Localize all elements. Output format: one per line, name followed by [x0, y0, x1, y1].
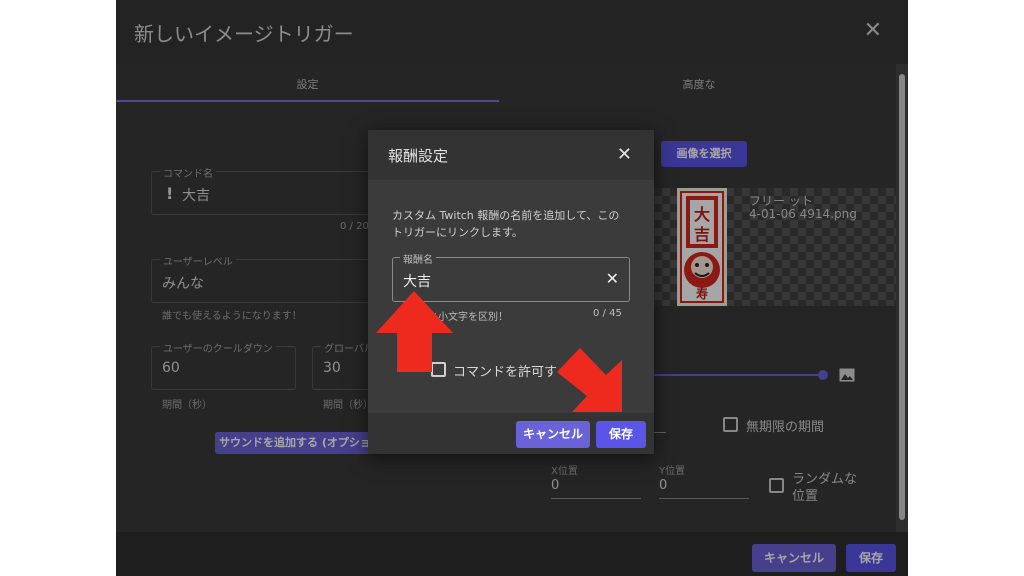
reward-name-value: 大吉	[403, 274, 431, 290]
reward-modal-footer: キャンセル 保存	[368, 413, 654, 454]
clear-icon[interactable]: ✕	[606, 269, 619, 288]
reward-cancel-button[interactable]: キャンセル	[516, 421, 590, 448]
allow-command-checkbox[interactable]	[431, 362, 446, 377]
reward-name-label: 報酬名	[400, 251, 436, 266]
reward-modal-description-line1: カスタム Twitch 報酬の名前を追加して、この	[392, 209, 620, 222]
reward-settings-modal: 報酬設定 ✕ カスタム Twitch 報酬の名前を追加して、この トリガーにリン…	[368, 130, 654, 454]
reward-save-button[interactable]: 保存	[596, 421, 646, 448]
reward-name-field[interactable]: 報酬名 大吉 ✕	[392, 251, 630, 302]
close-icon[interactable]: ✕	[617, 144, 632, 165]
reward-modal-header: 報酬設定 ✕	[368, 130, 654, 180]
reward-modal-title: 報酬設定	[388, 147, 449, 165]
reward-name-counter: 0 / 45	[593, 308, 622, 319]
reward-modal-description-line2: トリガーにリンクします。	[392, 226, 523, 239]
allow-command-label: コマンドを許可す	[453, 365, 558, 380]
reward-name-hint: と小文字を区別！	[428, 312, 508, 323]
